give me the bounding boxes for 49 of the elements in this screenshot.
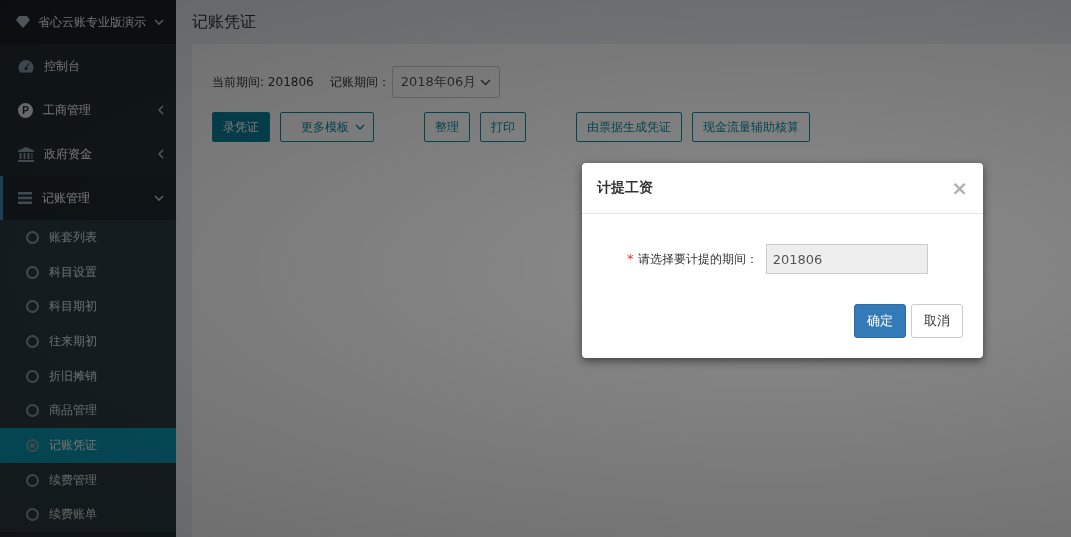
page-title: 记账凭证	[191, 10, 257, 33]
submenu-item[interactable]: 科目期初	[0, 289, 176, 325]
field-label: * 请选择要计提的期间：	[627, 250, 758, 268]
submenu-item[interactable]: 折旧摊销	[0, 358, 176, 394]
chevron-down-icon	[480, 78, 492, 86]
submenu-item[interactable]: 科目设置	[0, 254, 176, 290]
dialog-button[interactable]: 取消	[911, 304, 963, 338]
nav-item[interactable]: P 工商管理	[0, 88, 176, 132]
circle-icon	[26, 300, 39, 314]
bank-icon	[18, 146, 34, 162]
circle-icon	[26, 265, 39, 279]
chevron-down-icon	[154, 195, 164, 201]
submenu-item[interactable]: 记账凭证	[0, 428, 176, 463]
nav-item[interactable]: 控制台	[0, 44, 176, 88]
circle-icon	[26, 230, 39, 244]
brand-name: 省心云账专业版演示	[38, 13, 146, 31]
toolbar-button[interactable]: 由票据生成凭证	[576, 112, 682, 142]
nav-item[interactable]: 政府资金	[0, 132, 176, 176]
submenu-item[interactable]: 往来期初	[0, 324, 176, 359]
toolbar-button[interactable]: 录凭证	[212, 112, 270, 142]
circle-icon	[26, 404, 39, 418]
period-label: 记账期间：	[329, 73, 390, 91]
chevron-down-icon	[154, 19, 164, 25]
chevron-left-icon	[158, 105, 164, 115]
toolbar-button[interactable]: 打印	[480, 112, 526, 142]
period-select[interactable]: 2018年06月	[391, 66, 501, 98]
dialog-button[interactable]: 确定	[854, 304, 906, 338]
submenu-item[interactable]: 商品管理	[0, 393, 176, 429]
submenu-item[interactable]: 账套列表	[0, 220, 176, 255]
chevron-down-icon	[355, 124, 365, 130]
p-circle-icon: P	[18, 102, 33, 118]
circle-icon	[26, 473, 39, 487]
close-button[interactable]: ×	[951, 176, 968, 200]
current-period: 当前期间: 201806	[212, 73, 314, 91]
submenu-item[interactable]: 续费管理	[0, 462, 176, 498]
circle-icon	[26, 334, 39, 348]
toolbar-button[interactable]: 现金流量辅助核算	[692, 112, 810, 142]
menu-icon	[18, 192, 32, 204]
circle-icon	[26, 438, 39, 452]
circle-icon	[26, 369, 39, 383]
diamond-icon	[16, 16, 30, 28]
toolbar-button[interactable]: 更多模板	[280, 112, 374, 142]
dialog-title: 计提工资	[597, 179, 653, 197]
submenu-item[interactable]: 续费账单	[0, 497, 176, 533]
circle-icon	[26, 508, 39, 522]
chevron-left-icon	[158, 149, 164, 159]
toolbar-button[interactable]: 整理	[424, 112, 470, 142]
brand-bar[interactable]: 省心云账专业版演示	[0, 0, 176, 44]
dashboard-icon	[18, 59, 34, 73]
